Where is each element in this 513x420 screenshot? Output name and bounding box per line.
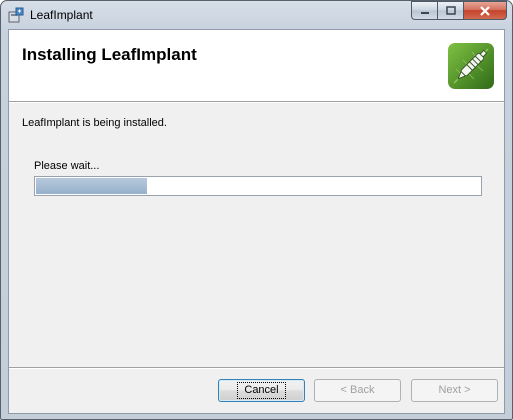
cancel-button[interactable]: Cancel [218,379,305,402]
title-bar[interactable]: LeafImplant [1,1,512,29]
please-wait-label: Please wait... [34,160,100,172]
installer-window: LeafImplant Installing LeafImplant LeafI… [0,0,513,420]
next-button[interactable]: Next > [411,379,498,402]
caption-buttons [411,1,507,20]
close-button[interactable] [463,1,507,20]
banner-edge [9,102,504,103]
leaf-logo-icon [448,43,494,89]
install-progress-bar [34,176,482,196]
maximize-icon [445,6,456,15]
dialog-client-area: Installing LeafImplant LeafImplant is be… [8,29,505,414]
installer-app-icon [8,7,24,23]
header-banner: Installing LeafImplant [9,30,504,102]
maximize-button[interactable] [437,1,463,20]
minimize-button[interactable] [411,1,437,20]
banner-heading: Installing LeafImplant [22,45,197,64]
back-button[interactable]: < Back [314,379,401,402]
window-title: LeafImplant [30,8,93,22]
minimize-icon [420,11,429,14]
progress-fill [36,178,147,194]
install-status-text: LeafImplant is being installed. [22,117,167,129]
button-area-divider-highlight [9,368,504,369]
cancel-button-label: Cancel [237,382,286,399]
close-icon [480,5,490,16]
